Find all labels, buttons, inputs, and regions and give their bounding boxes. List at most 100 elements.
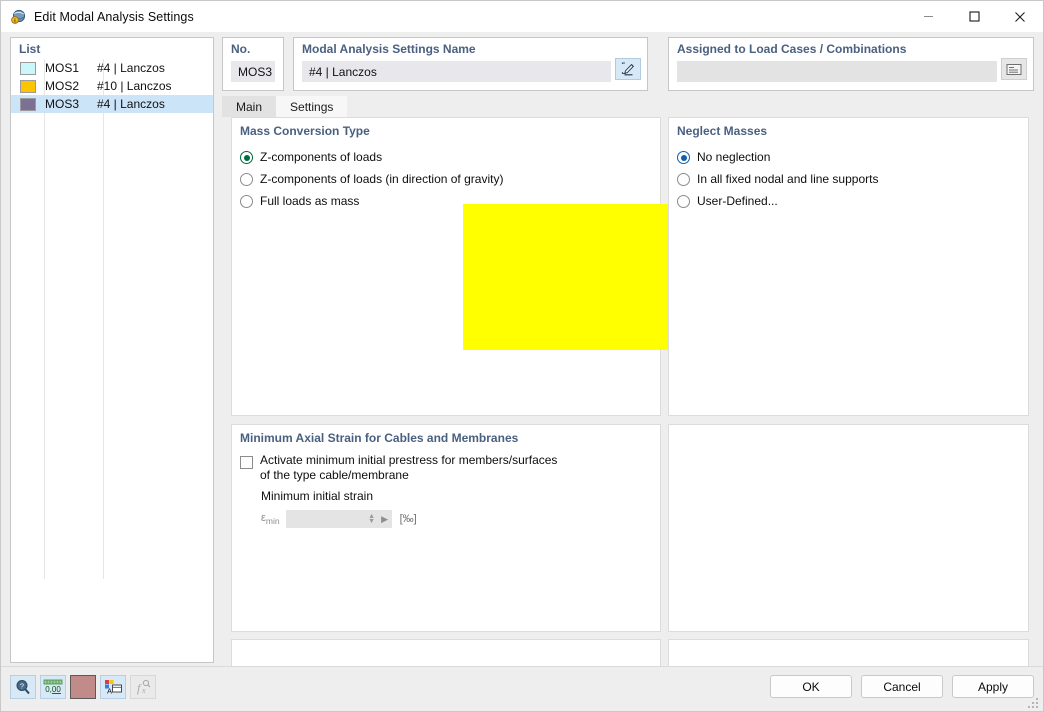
list-item-no: MOS2 <box>45 79 80 93</box>
list-item[interactable]: MOS1 #4 | Lanczos <box>11 59 213 77</box>
resize-grip[interactable] <box>1028 696 1040 708</box>
mass-conversion-options: Z-components of loads Z-components of lo… <box>240 148 503 214</box>
radio-z-components-gravity[interactable]: Z-components of loads (in direction of g… <box>240 170 503 192</box>
cancel-button[interactable]: Cancel <box>861 675 943 698</box>
list-empty-space <box>11 113 213 613</box>
option-label: User-Defined... <box>697 194 778 208</box>
option-label: No neglection <box>697 150 771 164</box>
list-rows: MOS1 #4 | Lanczos MOS2 #10 | Lanczos MOS… <box>11 59 213 613</box>
strain-spinner[interactable]: ▲ ▼ <box>365 510 378 528</box>
min-axial-strain-body: Activate minimum initial prestress for m… <box>240 453 652 528</box>
no-label: No. <box>231 42 251 56</box>
svg-text:0,00: 0,00 <box>45 685 61 694</box>
list-item-no: MOS1 <box>45 61 80 75</box>
spinner-down-icon: ▼ <box>368 518 376 525</box>
tab-settings[interactable]: Settings <box>276 96 348 117</box>
list-item-color-swatch <box>20 61 36 75</box>
list-select-icon[interactable] <box>1001 58 1027 80</box>
option-label: Full loads as mass <box>260 194 360 208</box>
color-swatch-icon[interactable] <box>70 675 96 699</box>
help-search-icon[interactable]: ? <box>10 675 36 699</box>
radio-icon-selected <box>240 151 253 164</box>
svg-text:x: x <box>141 686 146 695</box>
dialog-window: 6 Edit Modal Analysis Settings List MOS1… <box>0 0 1044 712</box>
neglect-masses-options: No neglection In all fixed nodal and lin… <box>677 148 878 214</box>
radio-z-components-of-loads[interactable]: Z-components of loads <box>240 148 503 170</box>
minimize-button[interactable] <box>905 1 951 32</box>
formula-function-icon[interactable]: f x <box>130 675 156 699</box>
radio-all-fixed-supports[interactable]: In all fixed nodal and line supports <box>677 170 878 192</box>
strain-expand-icon[interactable]: ▶ <box>377 510 392 528</box>
list-item-no: MOS3 <box>45 97 80 111</box>
list-header-label: List <box>19 42 41 56</box>
name-input[interactable]: #4 | Lanczos <box>302 61 611 82</box>
display-properties-icon[interactable]: A <box>100 675 126 699</box>
dialog-body: List MOS1 #4 | Lanczos MOS2 #10 | Lanczo… <box>1 32 1043 711</box>
list-item-desc: #4 | Lanczos <box>97 97 165 111</box>
svg-text:6: 6 <box>14 18 17 24</box>
settings-list-panel: List MOS1 #4 | Lanczos MOS2 #10 | Lanczo… <box>10 37 214 663</box>
no-value[interactable]: MOS3 <box>231 61 275 82</box>
assigned-field-group: Assigned to Load Cases / Combinations <box>668 37 1034 91</box>
radio-icon <box>240 173 253 186</box>
list-item-color-swatch <box>20 97 36 111</box>
strain-unit-label: [‰] <box>399 513 417 525</box>
radio-full-loads-as-mass[interactable]: Full loads as mass <box>240 192 503 214</box>
activate-prestress-checkbox-row[interactable]: Activate minimum initial prestress for m… <box>240 453 652 483</box>
tab-strip: Main Settings <box>222 96 1034 117</box>
min-axial-strain-panel: Minimum Axial Strain for Cables and Memb… <box>231 424 661 632</box>
decimal-places-icon[interactable]: 0,00 <box>40 675 66 699</box>
strain-input-row: εmin ▲ ▼ ▶ [‰] <box>261 510 652 528</box>
radio-icon <box>240 195 253 208</box>
assigned-row <box>669 56 1033 82</box>
edit-pencil-icon[interactable] <box>615 58 641 80</box>
assigned-label: Assigned to Load Cases / Combinations <box>677 42 907 56</box>
empty-panel-right <box>668 424 1029 632</box>
radio-icon-selected <box>677 151 690 164</box>
list-item-desc: #10 | Lanczos <box>97 79 172 93</box>
radio-icon <box>677 173 690 186</box>
modal-analysis-icon: 6 <box>10 9 26 25</box>
dialog-footer: ? 0,00 A f x OK Cancel Apply <box>1 666 1043 711</box>
no-field-group: No. MOS3 <box>222 37 284 91</box>
option-label: In all fixed nodal and line supports <box>697 172 879 186</box>
checkbox-icon <box>240 456 253 469</box>
list-item-color-swatch <box>20 79 36 93</box>
epsilon-min-label: εmin <box>261 512 280 526</box>
list-item[interactable]: MOS3 #4 | Lanczos <box>11 95 213 113</box>
neglect-masses-title: Neglect Masses <box>677 124 768 138</box>
svg-text:?: ? <box>20 684 24 691</box>
window-title: Edit Modal Analysis Settings <box>34 9 194 24</box>
neglect-masses-panel: Neglect Masses No neglection In all fixe… <box>668 117 1029 416</box>
name-field-group: Modal Analysis Settings Name #4 | Lanczo… <box>293 37 648 91</box>
footer-status-icons: ? 0,00 A f x <box>10 675 160 699</box>
checkbox-label: Activate minimum initial prestress for m… <box>260 453 557 483</box>
ok-button[interactable]: OK <box>770 675 852 698</box>
list-item-desc: #4 | Lanczos <box>97 61 165 75</box>
option-label: Z-components of loads <box>260 150 383 164</box>
min-axial-strain-title: Minimum Axial Strain for Cables and Memb… <box>240 431 519 445</box>
checkbox-label-line1: Activate minimum initial prestress for m… <box>260 453 558 467</box>
title-bar: 6 Edit Modal Analysis Settings <box>1 1 1043 32</box>
svg-text:A: A <box>107 687 112 696</box>
assigned-input[interactable] <box>677 61 997 82</box>
radio-icon <box>677 195 690 208</box>
mass-conversion-panel: Mass Conversion Type Z-components of loa… <box>231 117 770 416</box>
option-label: Z-components of loads (in direction of g… <box>260 172 504 186</box>
checkbox-label-line2: of the type cable/membrane <box>260 468 409 482</box>
apply-button[interactable]: Apply <box>952 675 1034 698</box>
header-fields: No. MOS3 Modal Analysis Settings Name #4… <box>222 37 1034 91</box>
name-label: Modal Analysis Settings Name <box>302 42 476 56</box>
minimum-initial-strain-label: Minimum initial strain <box>261 489 374 503</box>
mass-conversion-title: Mass Conversion Type <box>240 124 370 138</box>
list-item[interactable]: MOS2 #10 | Lanczos <box>11 77 213 95</box>
strain-value-input[interactable] <box>285 510 366 528</box>
close-button[interactable] <box>997 1 1043 32</box>
name-row: #4 | Lanczos <box>294 56 647 82</box>
tab-main[interactable]: Main <box>222 96 277 117</box>
maximize-button[interactable] <box>951 1 997 32</box>
radio-user-defined[interactable]: User-Defined... <box>677 192 878 214</box>
radio-no-neglection[interactable]: No neglection <box>677 148 878 170</box>
footer-buttons: OK Cancel Apply <box>761 675 1034 698</box>
epsilon-subscript: min <box>265 516 280 527</box>
